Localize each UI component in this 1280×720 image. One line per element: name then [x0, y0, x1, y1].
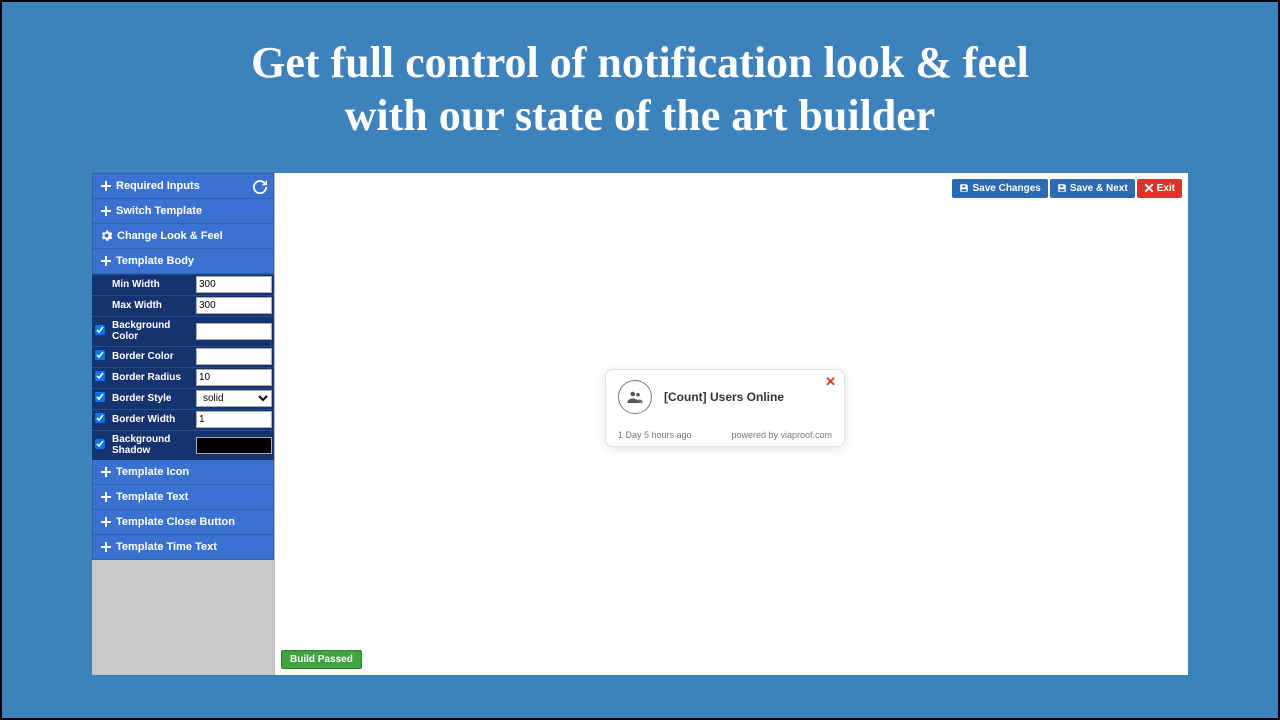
build-status-badge: Build Passed — [281, 650, 362, 669]
border-style-check[interactable] — [95, 392, 105, 402]
plus-icon — [101, 181, 111, 191]
save-changes-button[interactable]: Save Changes — [952, 179, 1047, 198]
notification-close-icon[interactable]: ✕ — [825, 374, 836, 390]
prop-border-color: Border Color — [92, 346, 274, 367]
builder-canvas: Save Changes Save & Next Exit ✕ — [274, 173, 1188, 675]
panel-label: Required Inputs — [116, 180, 200, 192]
prop-label: Background Color — [108, 318, 196, 344]
prop-label: Border Width — [108, 412, 196, 427]
border-width-input[interactable] — [196, 411, 272, 428]
plus-icon — [101, 206, 111, 216]
panel-label: Switch Template — [116, 205, 202, 217]
prop-label: Background Shadow — [108, 432, 196, 458]
gear-icon — [101, 230, 112, 241]
prop-border-style: Border Style solid — [92, 388, 274, 409]
hero-title: Get full control of notification look & … — [62, 37, 1218, 143]
hero-banner: Get full control of notification look & … — [2, 2, 1278, 163]
bg-color-check[interactable] — [95, 325, 105, 335]
notification-powered-by: powered by viaproof.com — [731, 430, 832, 440]
prop-max-width: Max Width — [92, 295, 274, 316]
prop-border-radius: Border Radius — [92, 367, 274, 388]
panel-template-close[interactable]: Template Close Button — [92, 510, 274, 535]
plus-icon — [101, 542, 111, 552]
min-width-input[interactable] — [196, 276, 272, 293]
panel-label: Template Time Text — [116, 541, 217, 553]
prop-label: Min Width — [108, 277, 196, 292]
prop-label: Border Color — [108, 349, 196, 364]
plus-icon — [101, 517, 111, 527]
exit-button[interactable]: Exit — [1137, 179, 1182, 198]
builder-frame: Required Inputs Switch Template Change L… — [92, 173, 1188, 675]
border-color-swatch[interactable] — [196, 348, 272, 365]
save-icon — [1057, 183, 1067, 193]
prop-bg-color: Background Color — [92, 316, 274, 346]
save-icon — [959, 183, 969, 193]
prop-border-width: Border Width — [92, 409, 274, 430]
bg-color-swatch[interactable] — [196, 323, 272, 340]
notification-body: [Count] Users Online — [618, 380, 832, 428]
plus-icon — [101, 492, 111, 502]
save-next-button[interactable]: Save & Next — [1050, 179, 1135, 198]
prop-label: Border Radius — [108, 370, 196, 385]
prop-label: Max Width — [108, 298, 196, 313]
panel-template-text[interactable]: Template Text — [92, 485, 274, 510]
panel-label: Template Body — [116, 255, 194, 267]
canvas-toolbar: Save Changes Save & Next Exit — [950, 179, 1182, 198]
users-icon — [618, 380, 652, 414]
border-radius-input[interactable] — [196, 369, 272, 386]
bg-shadow-check[interactable] — [95, 439, 105, 449]
plus-icon — [101, 256, 111, 266]
border-style-select[interactable]: solid — [196, 390, 272, 407]
border-radius-check[interactable] — [95, 371, 105, 381]
prop-min-width: Min Width — [92, 274, 274, 295]
prop-label: Border Style — [108, 391, 196, 406]
panel-required-inputs[interactable]: Required Inputs — [92, 173, 274, 199]
sidebar: Required Inputs Switch Template Change L… — [92, 173, 274, 675]
prop-bg-shadow: Background Shadow — [92, 430, 274, 460]
plus-icon — [101, 467, 111, 477]
panel-label: Change Look & Feel — [117, 230, 223, 242]
panel-switch-template[interactable]: Switch Template — [92, 199, 274, 224]
bg-shadow-swatch[interactable] — [196, 437, 272, 454]
border-color-check[interactable] — [95, 350, 105, 360]
panel-change-look-feel[interactable]: Change Look & Feel — [92, 224, 274, 249]
close-icon — [1144, 183, 1154, 193]
panel-template-body[interactable]: Template Body — [92, 249, 274, 274]
panel-template-icon[interactable]: Template Icon — [92, 460, 274, 485]
notification-time: 1 Day 5 hours ago — [618, 430, 692, 440]
refresh-icon[interactable] — [253, 180, 267, 194]
max-width-input[interactable] — [196, 297, 272, 314]
border-width-check[interactable] — [95, 413, 105, 423]
notification-title: [Count] Users Online — [664, 390, 784, 404]
template-body-props: Min Width Max Width Background Color Bor… — [92, 274, 274, 460]
panel-label: Template Close Button — [116, 516, 235, 528]
notification-preview[interactable]: ✕ [Count] Users Online 1 Day 5 hours ago… — [605, 369, 845, 447]
panel-template-time[interactable]: Template Time Text — [92, 535, 274, 560]
panel-label: Template Icon — [116, 466, 189, 478]
panel-label: Template Text — [116, 491, 188, 503]
